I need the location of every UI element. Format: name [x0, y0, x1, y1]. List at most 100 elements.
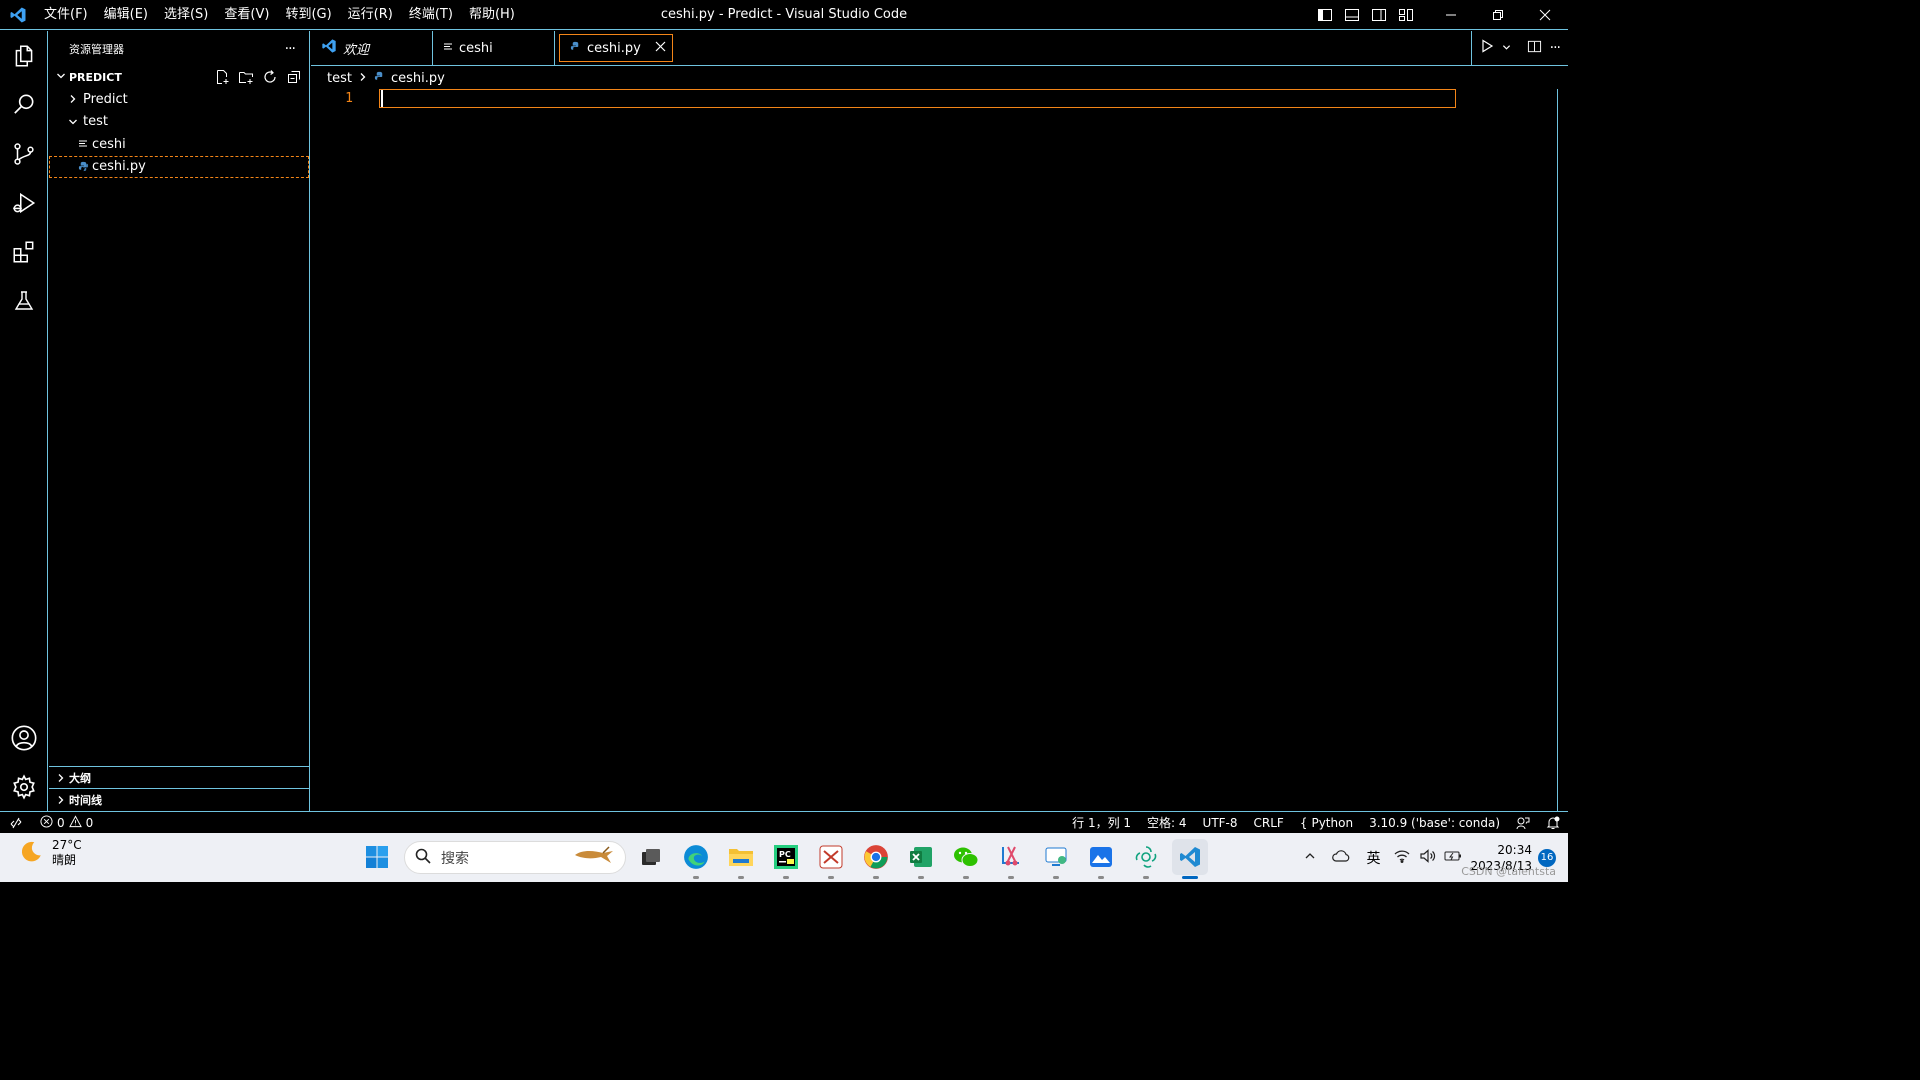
notifications-bell-icon[interactable] [1538, 812, 1568, 833]
windows-start-icon[interactable] [359, 839, 395, 875]
wifi-icon[interactable] [1388, 849, 1416, 866]
search-icon[interactable] [0, 80, 48, 129]
running-indicator [1143, 876, 1149, 879]
problems-indicator[interactable]: 0 0 [32, 812, 101, 833]
running-indicator [738, 876, 744, 879]
indentation[interactable]: 空格: 4 [1139, 812, 1195, 833]
tab-ceshi[interactable]: ceshi [433, 31, 555, 65]
explorer-icon[interactable] [0, 31, 48, 80]
tree-file-ceshi-py[interactable]: ceshi.py [49, 155, 309, 178]
testing-icon[interactable] [0, 276, 48, 325]
active-indicator [1182, 876, 1198, 879]
remote-desktop-icon[interactable] [1038, 839, 1074, 879]
end-of-line[interactable]: CRLF [1246, 812, 1292, 833]
collapse-all-icon[interactable] [285, 68, 303, 86]
chatgpt-icon[interactable] [1128, 839, 1164, 879]
outline-section-header[interactable]: 大纲 [49, 766, 309, 788]
snipping-tool-icon[interactable] [993, 839, 1029, 879]
chevron-up-icon[interactable] [1296, 850, 1324, 865]
chrome-icon[interactable] [858, 839, 894, 879]
running-indicator [1053, 876, 1059, 879]
chevron-right-icon [53, 795, 69, 805]
menu-go[interactable]: 转到(G) [277, 3, 339, 27]
source-control-icon[interactable] [0, 129, 48, 178]
toggle-panel-icon[interactable] [1338, 0, 1365, 30]
menu-selection[interactable]: 选择(S) [156, 3, 216, 27]
file-encoding[interactable]: UTF-8 [1195, 812, 1246, 833]
taskbar-search[interactable]: 搜索 [404, 841, 626, 874]
menu-help[interactable]: 帮助(H) [461, 3, 523, 27]
menu-terminal[interactable]: 终端(T) [401, 3, 461, 27]
minimize-icon[interactable] [1427, 0, 1474, 30]
menu-view[interactable]: 查看(V) [216, 3, 277, 27]
editor-actions: ··· [1470, 31, 1568, 65]
customize-layout-icon[interactable] [1392, 0, 1419, 30]
toggle-secondary-sidebar-icon[interactable] [1365, 0, 1392, 30]
language-mode[interactable]: { Python [1292, 812, 1361, 833]
tab-ceshi-py[interactable]: ceshi.py [559, 34, 673, 62]
python-icon [374, 71, 385, 86]
tree-folder-test[interactable]: test [49, 111, 309, 134]
account-icon[interactable] [0, 713, 48, 762]
input-method-indicator[interactable]: 英 [1358, 848, 1388, 868]
running-indicator [828, 876, 834, 879]
new-folder-icon[interactable] [237, 68, 255, 86]
breadcrumb-folder[interactable]: test [327, 71, 352, 86]
running-indicator [693, 876, 699, 879]
chevron-down-icon [65, 117, 81, 127]
tab-welcome[interactable]: 欢迎 [311, 31, 433, 65]
menu-edit[interactable]: 编辑(E) [96, 3, 156, 27]
restore-icon[interactable] [1474, 0, 1521, 30]
text-file-icon [75, 139, 91, 149]
file-explorer-icon[interactable] [723, 839, 759, 879]
close-window-icon[interactable] [1521, 0, 1568, 30]
refresh-icon[interactable] [261, 68, 279, 86]
photos-icon[interactable] [1083, 839, 1119, 879]
more-actions-icon[interactable]: ··· [1550, 40, 1561, 56]
more-actions-icon[interactable]: ··· [285, 41, 296, 57]
activity-bar [0, 31, 48, 811]
volume-icon[interactable] [1416, 849, 1440, 866]
weather-widget[interactable]: 27°C 晴朗 [18, 838, 82, 868]
notification-count-badge[interactable]: 16 [1538, 848, 1556, 867]
edge-browser-icon[interactable] [678, 839, 714, 879]
breadcrumb-file[interactable]: ceshi.py [391, 71, 445, 86]
chevron-down-icon[interactable] [1502, 41, 1511, 56]
menu-run[interactable]: 运行(R) [340, 3, 401, 27]
title-bar-controls [1311, 0, 1568, 30]
remote-icon[interactable] [0, 812, 32, 833]
vscode-taskbar-icon[interactable] [1172, 839, 1208, 879]
tree-folder-predict[interactable]: Predict [49, 88, 309, 111]
timeline-section-header[interactable]: 时间线 [49, 788, 309, 810]
tab-label: 欢迎 [343, 42, 370, 58]
settings-gear-icon[interactable] [0, 762, 48, 811]
vscode-logo-icon[interactable] [0, 0, 36, 30]
tree-file-ceshi[interactable]: ceshi [49, 133, 309, 156]
search-placeholder: 搜索 [441, 850, 469, 867]
python-interpreter[interactable]: 3.10.9 ('base': conda) [1361, 812, 1508, 833]
code-editor[interactable]: 1 [311, 89, 1568, 811]
run-python-file-icon[interactable] [1480, 39, 1494, 57]
feedback-icon[interactable] [1508, 812, 1538, 833]
wechat-icon[interactable] [948, 839, 984, 879]
extensions-icon[interactable] [0, 227, 48, 276]
split-editor-icon[interactable] [1527, 39, 1542, 58]
editor-tabs: 欢迎 ceshi ceshi.py ··· [311, 31, 1568, 66]
menu-file[interactable]: 文件(F) [36, 3, 96, 27]
excel-icon[interactable] [903, 839, 939, 879]
task-view-icon[interactable] [633, 839, 669, 875]
running-indicator [1008, 876, 1014, 879]
pycharm-icon[interactable]: PC [768, 839, 804, 879]
close-tab-icon[interactable] [655, 40, 666, 56]
new-file-icon[interactable] [213, 68, 231, 86]
cursor-position[interactable]: 行 1，列 1 [1064, 812, 1139, 833]
sidebar-title: 资源管理器 [69, 42, 124, 56]
tree-label: test [83, 114, 108, 130]
run-debug-icon[interactable] [0, 178, 48, 227]
xmind-icon[interactable] [813, 839, 849, 879]
editor-scrollbar[interactable] [1557, 89, 1558, 811]
tree-label: ceshi.py [92, 159, 146, 175]
toggle-primary-sidebar-icon[interactable] [1311, 0, 1338, 30]
onedrive-cloud-icon[interactable] [1324, 849, 1358, 866]
battery-icon[interactable] [1440, 850, 1470, 865]
